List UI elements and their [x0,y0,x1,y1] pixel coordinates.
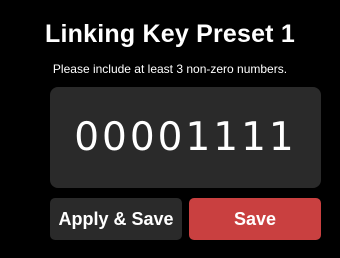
linking-key-screen: Linking Key Preset 1 Please include at l… [0,0,340,258]
save-button[interactable]: Save [189,198,321,240]
apply-and-save-label: Apply & Save [58,208,174,229]
linking-key-field[interactable]: 00001111 [50,87,321,188]
apply-and-save-button[interactable]: Apply & Save [50,198,182,240]
save-label: Save [233,208,277,229]
page-title: Linking Key Preset 1 [45,20,295,48]
linking-key-value: 00001111 [74,114,297,160]
instruction-text: Please include at least 3 non-zero numbe… [52,62,288,76]
